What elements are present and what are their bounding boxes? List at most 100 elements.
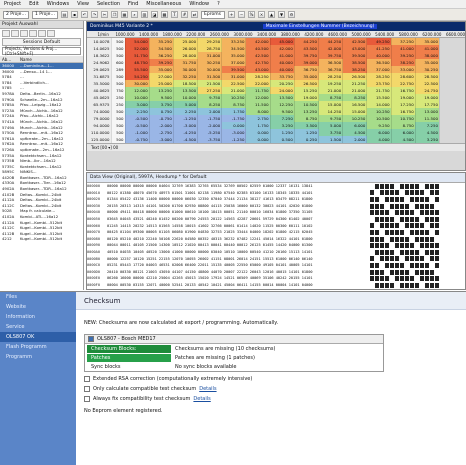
arrow-down-icon[interactable]: ▼	[278, 11, 285, 18]
map-cell[interactable]: -0.500	[125, 115, 150, 122]
map-cell[interactable]: 4.500	[342, 129, 368, 136]
map-cell[interactable]: 14.250	[318, 108, 344, 115]
map-cell[interactable]: 39.500	[221, 66, 247, 73]
map-cell[interactable]: 35.000	[221, 52, 247, 59]
map-cell[interactable]: 35.250	[149, 38, 174, 45]
map-cell[interactable]: 16.750	[391, 108, 416, 115]
map-cell[interactable]: 23.750	[366, 80, 392, 87]
map-cell[interactable]: 43.000	[342, 45, 368, 52]
option-checkbox[interactable]	[84, 396, 90, 402]
map-cell[interactable]: 11.500	[415, 115, 440, 122]
paste-icon[interactable]: ▦	[121, 11, 128, 18]
map-cell[interactable]: 2.750	[245, 115, 271, 122]
map-icon[interactable]: ▥	[141, 11, 148, 18]
map-cell[interactable]: 33.000	[391, 66, 416, 73]
map-cell[interactable]: -2.750	[149, 129, 174, 136]
map-cell[interactable]: 22.500	[221, 80, 247, 87]
menu-item[interactable]: View	[77, 1, 89, 7]
map-cell[interactable]: 32.250	[173, 73, 199, 80]
map-cell[interactable]: 3.750	[149, 101, 174, 108]
undo-icon[interactable]: ↶	[81, 11, 88, 18]
settings-nav-item[interactable]: OLS807 OK	[0, 332, 76, 342]
map-cell[interactable]: 43.000	[245, 66, 271, 73]
map-cell[interactable]: 28.000	[173, 52, 199, 59]
map-cell[interactable]: 600	[111, 59, 126, 66]
map-cell[interactable]: 10.250	[366, 108, 392, 115]
settings-nav-item[interactable]: Flash Programm	[0, 342, 76, 352]
map-cell[interactable]: 54.250	[125, 73, 150, 80]
map-cell[interactable]: 21.000	[342, 87, 368, 94]
map-cell[interactable]: 8.000	[245, 108, 271, 115]
multiply-icon[interactable]: ×	[258, 11, 265, 18]
map-cell[interactable]: 35.000	[294, 73, 320, 80]
map-cell[interactable]: -2.000	[149, 122, 174, 129]
menu-item[interactable]: Miscellaneous	[146, 1, 181, 7]
map-cell[interactable]: 15.000	[318, 101, 344, 108]
map-cell[interactable]: 16.750	[391, 87, 416, 94]
menu-item[interactable]: Windows	[47, 1, 69, 7]
map-cell[interactable]: 500	[111, 38, 126, 45]
map-cell[interactable]: 36.750	[294, 66, 320, 73]
map-cell[interactable]: 17.750	[415, 101, 440, 108]
map-cell[interactable]: 250	[111, 101, 126, 108]
map-cell[interactable]: 28.250	[366, 73, 392, 80]
map-cell[interactable]: 3.500	[294, 122, 320, 129]
map-cell[interactable]: 3.250	[270, 122, 295, 129]
save-icon[interactable]: ▪	[71, 11, 78, 18]
arrow-up-icon[interactable]: ▲	[268, 11, 275, 18]
map-cell[interactable]: 500	[111, 45, 126, 52]
map-cell[interactable]: 31.000	[221, 73, 247, 80]
map-cell[interactable]: -4.250	[173, 129, 199, 136]
hex-icon[interactable]: #	[181, 11, 188, 18]
map-cell[interactable]: 20.250	[270, 80, 295, 87]
map-cell[interactable]: -3.000	[149, 136, 174, 143]
map-cell[interactable]: 27.250	[197, 87, 223, 94]
project-row[interactable]: 4212 Kugel…Kombi…512bit	[0, 236, 83, 242]
map-cell[interactable]: 14.000	[366, 101, 392, 108]
menu-item[interactable]: Edit	[29, 1, 39, 7]
map-cell[interactable]: 28.250	[318, 73, 344, 80]
map-cell[interactable]: 40.000	[270, 59, 295, 66]
map-cell[interactable]: 1.750	[245, 122, 271, 129]
map-cell[interactable]: 26.000	[173, 45, 199, 52]
map-cell[interactable]: 15.500	[366, 94, 392, 101]
map-cell[interactable]: 42.000	[270, 45, 295, 52]
map-cell[interactable]: 2.250	[125, 108, 150, 115]
map-cell[interactable]: 15.250	[294, 87, 320, 94]
map-cell[interactable]: -2.000	[197, 122, 223, 129]
map-cell[interactable]: 49.250	[366, 38, 392, 45]
map-cell[interactable]: 10.250	[342, 115, 368, 122]
map-cell[interactable]: 21.500	[197, 80, 223, 87]
map-cell[interactable]: 26.500	[294, 80, 320, 87]
cut-icon[interactable]: ✂	[101, 11, 108, 18]
map-cell[interactable]: 8.250	[342, 94, 368, 101]
map-cell[interactable]: 1.250	[270, 129, 295, 136]
copy-icon[interactable]: ❐	[111, 11, 118, 18]
map-cell[interactable]: 13.500	[270, 94, 295, 101]
map-table[interactable]: 10.0078 500 54.000 35.250 25.000 29.250 33.250…	[87, 38, 440, 143]
map-cell[interactable]: 28.500	[415, 73, 440, 80]
map-cell[interactable]: -1.250	[221, 136, 247, 143]
map-cell[interactable]: -3.750	[197, 136, 223, 143]
map-cell[interactable]: 0.000	[245, 129, 271, 136]
map-cell[interactable]: 10.750	[391, 115, 416, 122]
map-cell[interactable]: 0.250	[294, 136, 320, 143]
mode-select[interactable]: Eproms	[201, 10, 225, 19]
map-cell[interactable]: 500	[111, 108, 126, 115]
map-cell[interactable]: 30.000	[197, 66, 223, 73]
map-cell[interactable]: 33.250	[221, 38, 247, 45]
map-cell[interactable]: 3.750	[318, 129, 344, 136]
text-icon[interactable]: T	[171, 11, 178, 18]
map-cell[interactable]: -0.750	[149, 115, 174, 122]
map-cell[interactable]: -3.000	[173, 122, 199, 129]
map-cell[interactable]: 19.000	[415, 94, 440, 101]
map-cell[interactable]: 12.000	[245, 94, 271, 101]
map-cell[interactable]: -3.000	[221, 129, 247, 136]
map-cell[interactable]: 5.000	[173, 101, 199, 108]
map-cell[interactable]: 2.250	[173, 108, 199, 115]
map-cell[interactable]: 6.000	[391, 129, 416, 136]
ecu-checkbox[interactable]	[88, 336, 94, 342]
map-cell[interactable]: 0.750	[149, 108, 174, 115]
menu-item[interactable]: Project	[4, 1, 21, 7]
menu-item[interactable]: Window	[189, 1, 209, 7]
